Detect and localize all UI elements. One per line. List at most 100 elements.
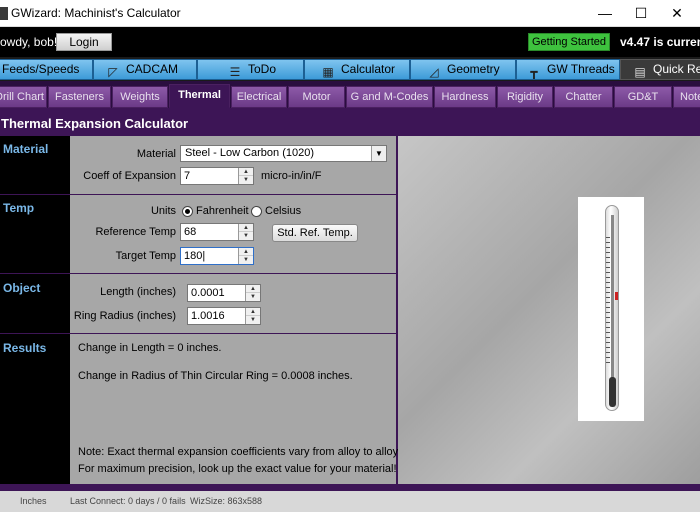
getting-started-button[interactable]: Getting Started [528,33,610,51]
thermometer-mark [615,292,618,300]
subtab-chatter[interactable]: Chatter [554,86,613,108]
tab-calculator[interactable]: ▦ Calculator [304,59,410,80]
spin-down-icon[interactable]: ▼ [239,256,253,264]
section-divider [0,273,396,274]
spinner-buttons[interactable]: ▲ ▼ [238,248,253,264]
tab-label: GW Threads [547,62,615,76]
coeff-input[interactable]: 7 ▲ ▼ [180,167,254,185]
list-icon: ☰ [229,65,241,79]
coeff-unit: micro-in/in/F [261,170,322,182]
tab-cadcam[interactable]: ◸ CADCAM [93,59,197,80]
result-note: Note: Exact thermal expansion coefficien… [78,446,401,458]
length-label: Length (inches) [100,286,176,298]
image-panel [398,136,700,484]
cad-icon: ◸ [108,65,118,79]
status-last-connect: Last Connect: 0 days / 0 fails [70,496,186,506]
spin-up-icon[interactable]: ▲ [239,248,253,256]
tab-quick-reference[interactable]: ▤ Quick Re [620,59,700,80]
spin-up-icon[interactable]: ▲ [239,224,253,232]
fahrenheit-radio[interactable] [182,206,193,217]
subtab-motor[interactable]: Motor [288,86,345,108]
section-results: Results [3,341,47,355]
result-length: Change in Length = 0 inches. [78,342,222,354]
thermometer-image [578,197,644,421]
spinner-buttons[interactable]: ▲ ▼ [245,285,260,301]
subtab-rigidity[interactable]: Rigidity [497,86,553,108]
section-object: Object [3,281,41,295]
celsius-radio[interactable] [251,206,262,217]
calculator-icon: ▦ [322,65,334,79]
section-divider [0,194,396,195]
close-button[interactable]: ✕ [654,0,700,27]
subtab-weights[interactable]: Weights [112,86,168,108]
target-temp-input[interactable]: 180| ▲ ▼ [180,247,254,265]
spin-up-icon[interactable]: ▲ [246,285,260,293]
celsius-label: Celsius [265,205,302,217]
window-title: GWizard: Machinist's Calculator [11,6,181,20]
section-temp: Temp [3,201,35,215]
subtab-notes[interactable]: Note [673,86,700,108]
chevron-down-icon[interactable]: ▼ [371,146,386,161]
tab-label: Feeds/Speeds [2,62,80,76]
coeff-value: 7 [184,170,191,182]
thermometer-scale [606,237,610,367]
section-material: Material [3,142,49,156]
length-value: 0.0001 [191,287,225,299]
tab-todo[interactable]: ☰ ToDo [197,59,304,80]
app-icon [0,7,8,20]
title-bar: GWizard: Machinist's Calculator — ☐ ✕ [0,0,700,27]
length-input[interactable]: 0.0001 ▲ ▼ [187,284,261,302]
greeting-text: owdy, bob! [0,35,58,49]
footer-bar [0,484,700,491]
target-temp-value: 180 [184,250,203,262]
tab-label: ToDo [248,62,277,76]
subtab-g-and-m-codes[interactable]: G and M-Codes [346,86,433,108]
subtab-electrical[interactable]: Electrical [231,86,287,108]
units-label: Units [150,205,176,217]
reference-temp-input[interactable]: 68 ▲ ▼ [180,223,254,241]
sub-tab-bar: Drill Chart Fasteners Weights Thermal El… [0,81,700,108]
spin-down-icon[interactable]: ▼ [246,316,260,324]
page-title: Thermal Expansion Calculator [1,116,189,131]
subtab-drill-chart[interactable]: Drill Chart [0,86,47,108]
subtab-gdt[interactable]: GD&T [614,86,672,108]
status-wizsize: WizSize: 863x588 [190,496,263,506]
tab-feeds-speeds[interactable]: Feeds/Speeds [0,59,93,80]
section-label-column [0,136,70,484]
subtab-fasteners[interactable]: Fasteners [48,86,111,108]
reference-temp-label: Reference Temp [95,226,176,238]
thread-icon: ┳ [530,65,538,79]
spin-down-icon[interactable]: ▼ [239,176,253,184]
spinner-buttons[interactable]: ▲ ▼ [245,308,260,324]
spin-up-icon[interactable]: ▲ [246,308,260,316]
thermometer-capillary [611,215,614,385]
tab-label: CADCAM [126,62,179,76]
status-bar: Inches Last Connect: 0 days / 0 fails Wi… [0,491,700,512]
result-radius: Change in Radius of Thin Circular Ring =… [78,370,353,382]
std-ref-temp-button[interactable]: Std. Ref. Temp. [272,224,358,242]
tab-gw-threads[interactable]: ┳ GW Threads [516,59,620,80]
material-label: Material [136,148,176,160]
tab-label: Quick Re [653,62,700,76]
subtab-thermal[interactable]: Thermal [169,84,230,108]
subtab-hardness[interactable]: Hardness [434,86,496,108]
material-value: Steel - Low Carbon (1020) [185,147,315,159]
spin-down-icon[interactable]: ▼ [246,293,260,301]
ring-radius-input[interactable]: 1.0016 ▲ ▼ [187,307,261,325]
book-icon: ▤ [634,65,646,79]
spinner-buttons[interactable]: ▲ ▼ [238,224,253,240]
spinner-buttons[interactable]: ▲ ▼ [238,168,253,184]
main-tab-bar: Feeds/Speeds ◸ CADCAM ☰ ToDo ▦ Calculator ◿… [0,57,700,81]
coeff-label: Coeff of Expansion [83,170,176,182]
fahrenheit-label: Fahrenheit [196,205,249,217]
geometry-icon: ◿ [429,65,439,79]
spin-down-icon[interactable]: ▼ [239,232,253,240]
login-button[interactable]: Login [56,33,112,51]
ring-radius-label: Ring Radius (inches) [73,310,176,322]
reference-temp-value: 68 [184,226,197,238]
account-bar: owdy, bob! Login Getting Started v4.47 i… [0,27,700,57]
ring-radius-value: 1.0016 [191,310,225,322]
tab-geometry[interactable]: ◿ Geometry [410,59,516,80]
material-select[interactable]: Steel - Low Carbon (1020) ▼ [180,145,387,162]
spin-up-icon[interactable]: ▲ [239,168,253,176]
